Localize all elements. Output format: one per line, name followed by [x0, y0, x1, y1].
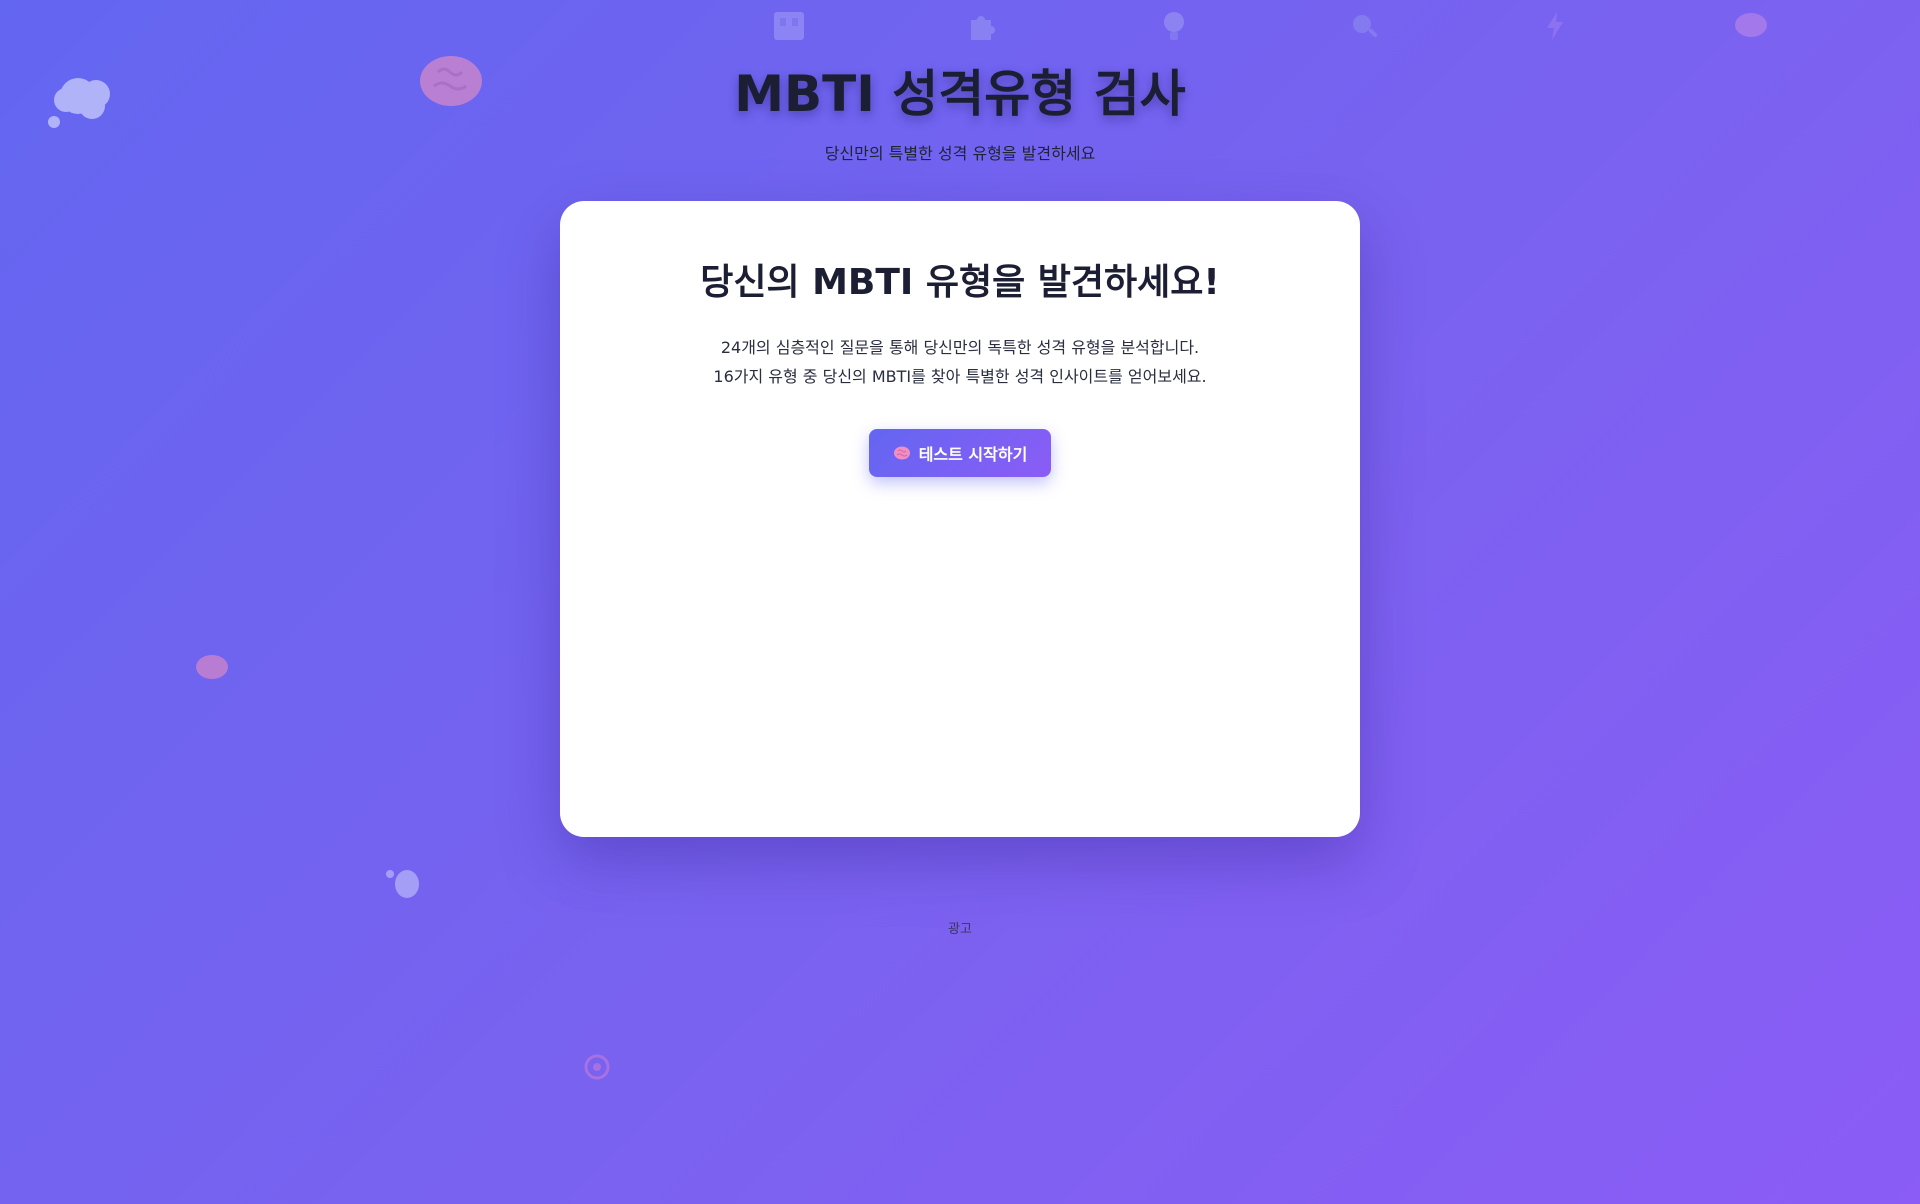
- card-heading: 당신의 MBTI 유형을 발견하세요!: [700, 262, 1220, 303]
- lightbulb-icon: [1160, 10, 1188, 42]
- building-icon: [772, 8, 806, 42]
- puzzle-icon: [965, 10, 997, 42]
- lightning-icon: [1544, 10, 1566, 42]
- brain-icon: [1733, 10, 1769, 40]
- page-subtitle: 당신만의 특별한 성격 유형을 발견하세요: [824, 144, 1096, 163]
- card-description: 24개의 심층적인 질문을 통해 당신만의 독특한 성격 유형을 분석합니다. …: [560, 333, 1360, 391]
- page-header: MBTI 성격유형 검사 당신만의 특별한 성격 유형을 발견하세요: [0, 62, 1920, 164]
- brain-icon: [893, 445, 911, 461]
- ad-label: 광고: [948, 922, 972, 937]
- description-line-2: 16가지 유형 중 당신의 MBTI를 찾아 특별한 성격 인사이트를 얻어보세…: [713, 367, 1207, 386]
- description-line-1: 24개의 심층적인 질문을 통해 당신만의 독특한 성격 유형을 분석합니다.: [720, 338, 1200, 357]
- target-icon: [584, 1054, 610, 1080]
- intro-card: 당신의 MBTI 유형을 발견하세요! 24개의 심층적인 질문을 통해 당신만…: [560, 201, 1360, 837]
- magnifier-icon: [1350, 12, 1380, 42]
- brain-icon: [194, 652, 230, 682]
- brain-icon: [384, 864, 422, 900]
- start-test-button[interactable]: 테스트 시작하기: [868, 429, 1052, 477]
- page-title: MBTI 성격유형 검사: [734, 65, 1186, 123]
- start-button-label: 테스트 시작하기: [918, 445, 1028, 464]
